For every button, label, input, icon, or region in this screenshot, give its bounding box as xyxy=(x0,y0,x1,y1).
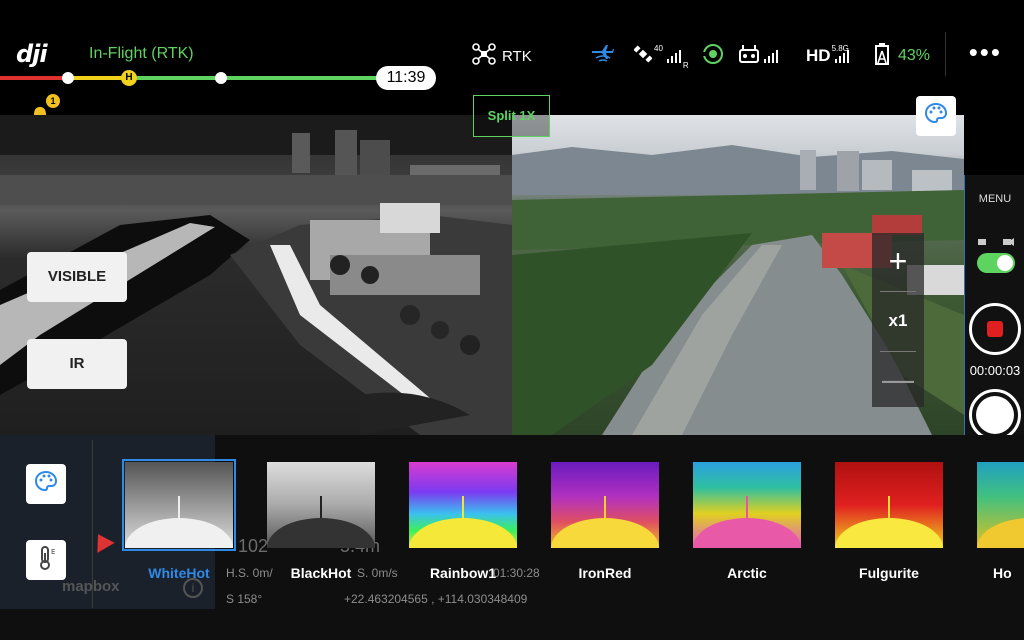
zoom-out-button[interactable]: — xyxy=(872,363,924,395)
svg-text:E: E xyxy=(51,548,55,556)
palette-thumb-rainbow1[interactable] xyxy=(409,462,517,548)
battery-icon xyxy=(874,42,894,70)
zoom-divider xyxy=(880,351,916,352)
flight-status-label[interactable]: In-Flight (RTK) xyxy=(89,45,194,63)
rtk-label: RTK xyxy=(502,47,532,65)
palette-label-ironred[interactable]: IronRed xyxy=(540,565,670,581)
rtk-status[interactable]: RTK xyxy=(472,42,532,70)
hill-graphic xyxy=(693,518,801,548)
hd-band: 5.8G xyxy=(831,43,849,53)
battery-critical-segment xyxy=(0,76,68,80)
palette-thumb-arctic[interactable] xyxy=(693,462,801,548)
palette-label-fulgurite[interactable]: Fulgurite xyxy=(824,565,954,581)
palette-label-blackhot[interactable]: BlackHot xyxy=(256,565,386,581)
heading-readout: S 158° xyxy=(226,592,263,606)
critical-threshold-marker xyxy=(62,72,74,84)
zoom-in-button[interactable]: + xyxy=(872,245,924,277)
recording-time: 00:00:03 xyxy=(969,363,1021,378)
palette-icon xyxy=(924,102,948,131)
remote-controller-signal[interactable] xyxy=(738,42,778,70)
vision-sensor-icon xyxy=(702,43,724,70)
gps-suffix: R xyxy=(682,61,689,70)
hill-graphic xyxy=(835,518,943,548)
more-menu-button[interactable]: ••• xyxy=(969,38,1002,66)
zoom-divider xyxy=(880,291,916,292)
camera-menu-button[interactable]: MENU xyxy=(965,193,1024,205)
ir-mode-button[interactable]: IR xyxy=(27,339,127,389)
toggle-knob xyxy=(997,255,1013,271)
flight-time-remaining: 11:39 xyxy=(376,66,436,90)
hill-graphic xyxy=(977,518,1024,548)
palette-label-whitehot[interactable]: WhiteHot xyxy=(114,565,244,581)
satellite-icon xyxy=(633,44,653,68)
record-button[interactable] xyxy=(969,303,1021,355)
distance-readout: 102 xyxy=(238,536,269,556)
battery-percent: 43% xyxy=(898,47,931,64)
notification-count-badge: 1 xyxy=(46,94,60,108)
gps-signal-bars xyxy=(666,49,681,63)
palette-thumb-ironred[interactable] xyxy=(551,462,659,548)
vision-status[interactable] xyxy=(702,42,724,70)
palette-thumb-blackhot[interactable] xyxy=(267,462,375,548)
hill-graphic xyxy=(267,518,375,548)
palette-thumb-ho[interactable] xyxy=(977,462,1024,548)
shutter-inner xyxy=(976,396,1014,434)
palette-thumb-fulgurite[interactable] xyxy=(835,462,943,548)
drone-icon xyxy=(472,42,496,70)
battery-status[interactable]: 43% xyxy=(874,42,930,70)
battery-remaining-segment xyxy=(130,76,382,80)
remote-controller-icon xyxy=(738,44,760,69)
palette-label-arctic[interactable]: Arctic xyxy=(682,565,812,581)
thermal-palette-button[interactable] xyxy=(26,464,66,504)
hill-graphic xyxy=(551,518,659,548)
record-stop-icon xyxy=(987,321,1003,337)
hill-graphic xyxy=(409,518,517,548)
split-view-label[interactable]: Split 1X xyxy=(473,95,550,137)
aircraft-signal[interactable] xyxy=(590,42,616,70)
current-position-marker xyxy=(215,72,227,84)
photo-video-toggle[interactable] xyxy=(977,253,1015,273)
hill-graphic xyxy=(125,518,233,548)
shutter-button[interactable] xyxy=(969,389,1021,441)
hd-link-status[interactable]: HD 5.8G xyxy=(806,42,849,70)
photo-video-mode-icons xyxy=(977,237,1015,250)
rc-signal-bars xyxy=(764,49,778,63)
palette-label-rainbow1[interactable]: Rainbow1 xyxy=(398,565,528,581)
temperature-measure-button[interactable]: E xyxy=(26,540,66,580)
airplane-wifi-icon xyxy=(590,43,616,70)
mapbox-attribution[interactable]: mapbox xyxy=(62,578,120,595)
map-info-icon[interactable]: i xyxy=(183,578,203,598)
gps-coordinates: +22.463204565 , +114.030348409 xyxy=(344,592,528,606)
zoom-control: + x1 — xyxy=(872,233,924,407)
thermometer-icon: E xyxy=(34,545,58,576)
zoom-level-label[interactable]: x1 xyxy=(872,311,924,331)
hd-label: HD xyxy=(806,46,831,65)
palette-toggle-button[interactable] xyxy=(916,96,956,136)
gps-status[interactable]: 40 R xyxy=(633,42,689,70)
dji-logo: dji xyxy=(16,40,48,68)
palette-thumb-whitehot[interactable] xyxy=(122,459,236,551)
home-return-marker: H xyxy=(121,70,137,86)
gps-count: 40 xyxy=(654,43,663,53)
header-divider xyxy=(945,32,946,76)
palette-icon xyxy=(34,470,58,499)
palette-label-ho[interactable]: Ho xyxy=(977,565,1024,581)
visible-mode-button[interactable]: VISIBLE xyxy=(27,252,127,302)
